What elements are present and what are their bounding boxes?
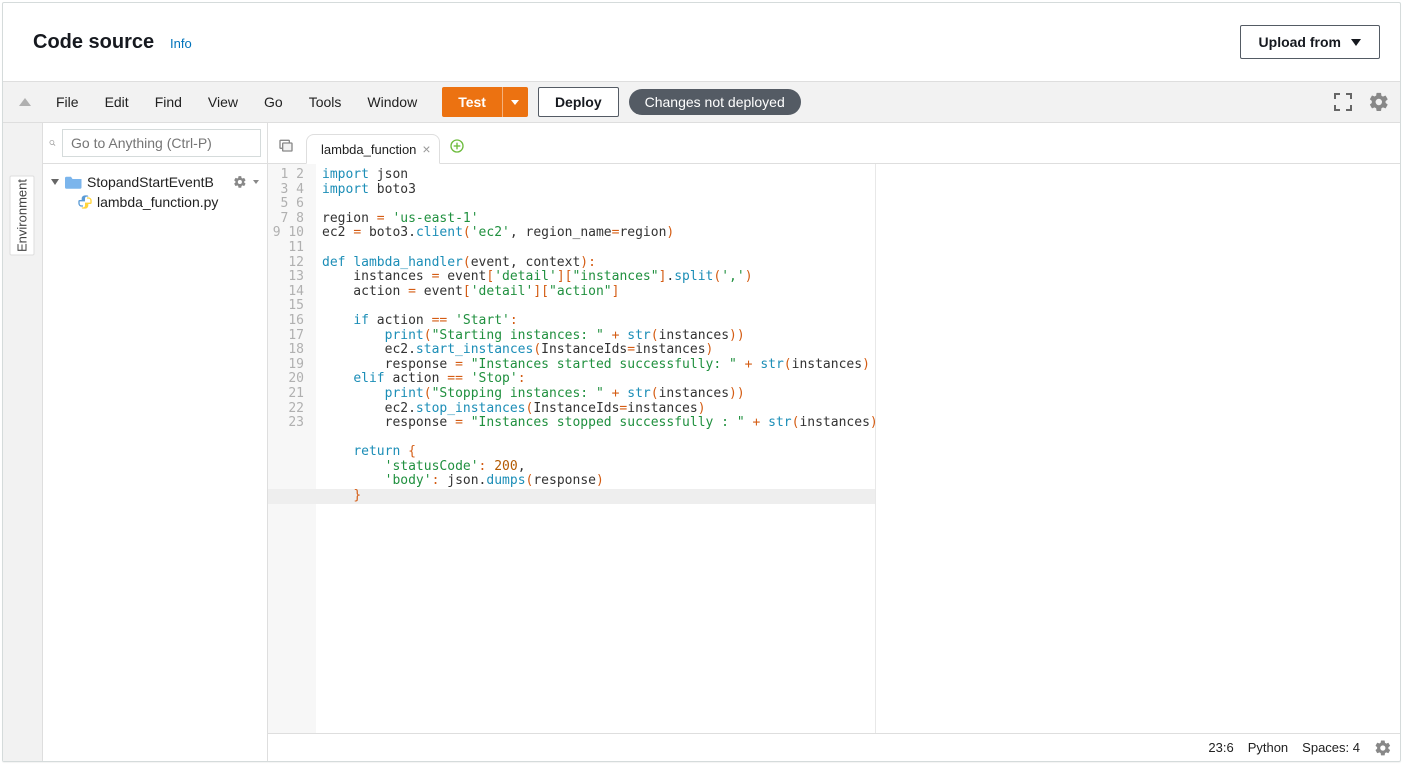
menu-view[interactable]: View	[195, 94, 251, 110]
chevron-down-icon	[51, 179, 59, 185]
fullscreen-icon[interactable]	[1334, 93, 1352, 111]
upload-from-button[interactable]: Upload from	[1240, 25, 1380, 59]
editor-column: lambda_function × 1 2 3 4 5 6 7 8 9 10 1…	[268, 123, 1400, 761]
upload-from-label: Upload from	[1259, 34, 1341, 50]
language-mode[interactable]: Python	[1248, 740, 1288, 755]
editor-pane-right[interactable]	[875, 164, 1400, 733]
gutter: 1 2 3 4 5 6 7 8 9 10 11 12 13 14 15 16 1…	[268, 164, 316, 733]
deploy-status-pill: Changes not deployed	[629, 89, 801, 115]
gear-icon[interactable]	[1368, 91, 1390, 113]
gear-icon[interactable]	[1374, 739, 1392, 757]
indent-setting[interactable]: Spaces: 4	[1302, 740, 1360, 755]
menu-go[interactable]: Go	[251, 94, 296, 110]
environment-tab[interactable]: Environment	[10, 176, 35, 256]
caret-down-icon	[511, 100, 519, 105]
test-dropdown-button[interactable]	[502, 87, 528, 117]
file-explorer: StopandStartEventB lambda_function.py	[43, 123, 268, 761]
editor-pane-left[interactable]: 1 2 3 4 5 6 7 8 9 10 11 12 13 14 15 16 1…	[268, 164, 875, 733]
status-bar: 23:6 Python Spaces: 4	[268, 733, 1400, 761]
tabbar: lambda_function ×	[268, 123, 1400, 164]
code-source-panel: Code source Info Upload from FileEditFin…	[2, 2, 1401, 762]
environment-rail: Environment	[3, 123, 43, 761]
menu-find[interactable]: Find	[142, 94, 195, 110]
menu-items: FileEditFindViewGoToolsWindow	[43, 94, 430, 110]
tree-file-label: lambda_function.py	[97, 194, 259, 210]
menu-window[interactable]: Window	[354, 94, 430, 110]
search-icon[interactable]	[49, 133, 56, 153]
gear-icon[interactable]	[233, 175, 247, 189]
python-file-icon	[77, 194, 93, 210]
folder-icon	[65, 175, 83, 189]
panel-title-wrap: Code source Info	[33, 31, 192, 54]
deploy-button[interactable]: Deploy	[538, 87, 619, 117]
collapse-panel-icon[interactable]	[19, 98, 31, 106]
panel-title: Code source	[33, 31, 154, 53]
caret-down-icon	[253, 180, 259, 184]
panel-header: Code source Info Upload from	[3, 3, 1400, 81]
close-icon[interactable]: ×	[422, 141, 430, 157]
code-area[interactable]: import jsonimport boto3 region = 'us-eas…	[316, 164, 875, 733]
file-tree: StopandStartEventB lambda_function.py	[43, 164, 267, 220]
info-link[interactable]: Info	[170, 36, 192, 51]
new-tab-button[interactable]	[446, 135, 468, 157]
ide-menubar: FileEditFindViewGoToolsWindow Test Deplo…	[3, 82, 1400, 123]
menu-file[interactable]: File	[43, 94, 92, 110]
tab-history-icon[interactable]	[274, 133, 298, 157]
menu-tools[interactable]: Tools	[296, 94, 355, 110]
tree-file[interactable]: lambda_function.py	[47, 192, 263, 212]
goto-anything-input[interactable]	[62, 129, 261, 157]
tab-label: lambda_function	[321, 142, 416, 157]
caret-down-icon	[1351, 39, 1361, 46]
editor-split: 1 2 3 4 5 6 7 8 9 10 11 12 13 14 15 16 1…	[268, 164, 1400, 733]
tab-lambda-function[interactable]: lambda_function ×	[306, 134, 440, 164]
tree-root-label: StopandStartEventB	[87, 174, 229, 190]
menu-edit[interactable]: Edit	[92, 94, 142, 110]
test-button[interactable]: Test	[442, 87, 502, 117]
cursor-position[interactable]: 23:6	[1208, 740, 1233, 755]
tree-root[interactable]: StopandStartEventB	[47, 172, 263, 192]
ide: FileEditFindViewGoToolsWindow Test Deplo…	[3, 81, 1400, 761]
file-explorer-top	[43, 123, 267, 164]
ide-body: Environment StopandStartEventB	[3, 123, 1400, 761]
